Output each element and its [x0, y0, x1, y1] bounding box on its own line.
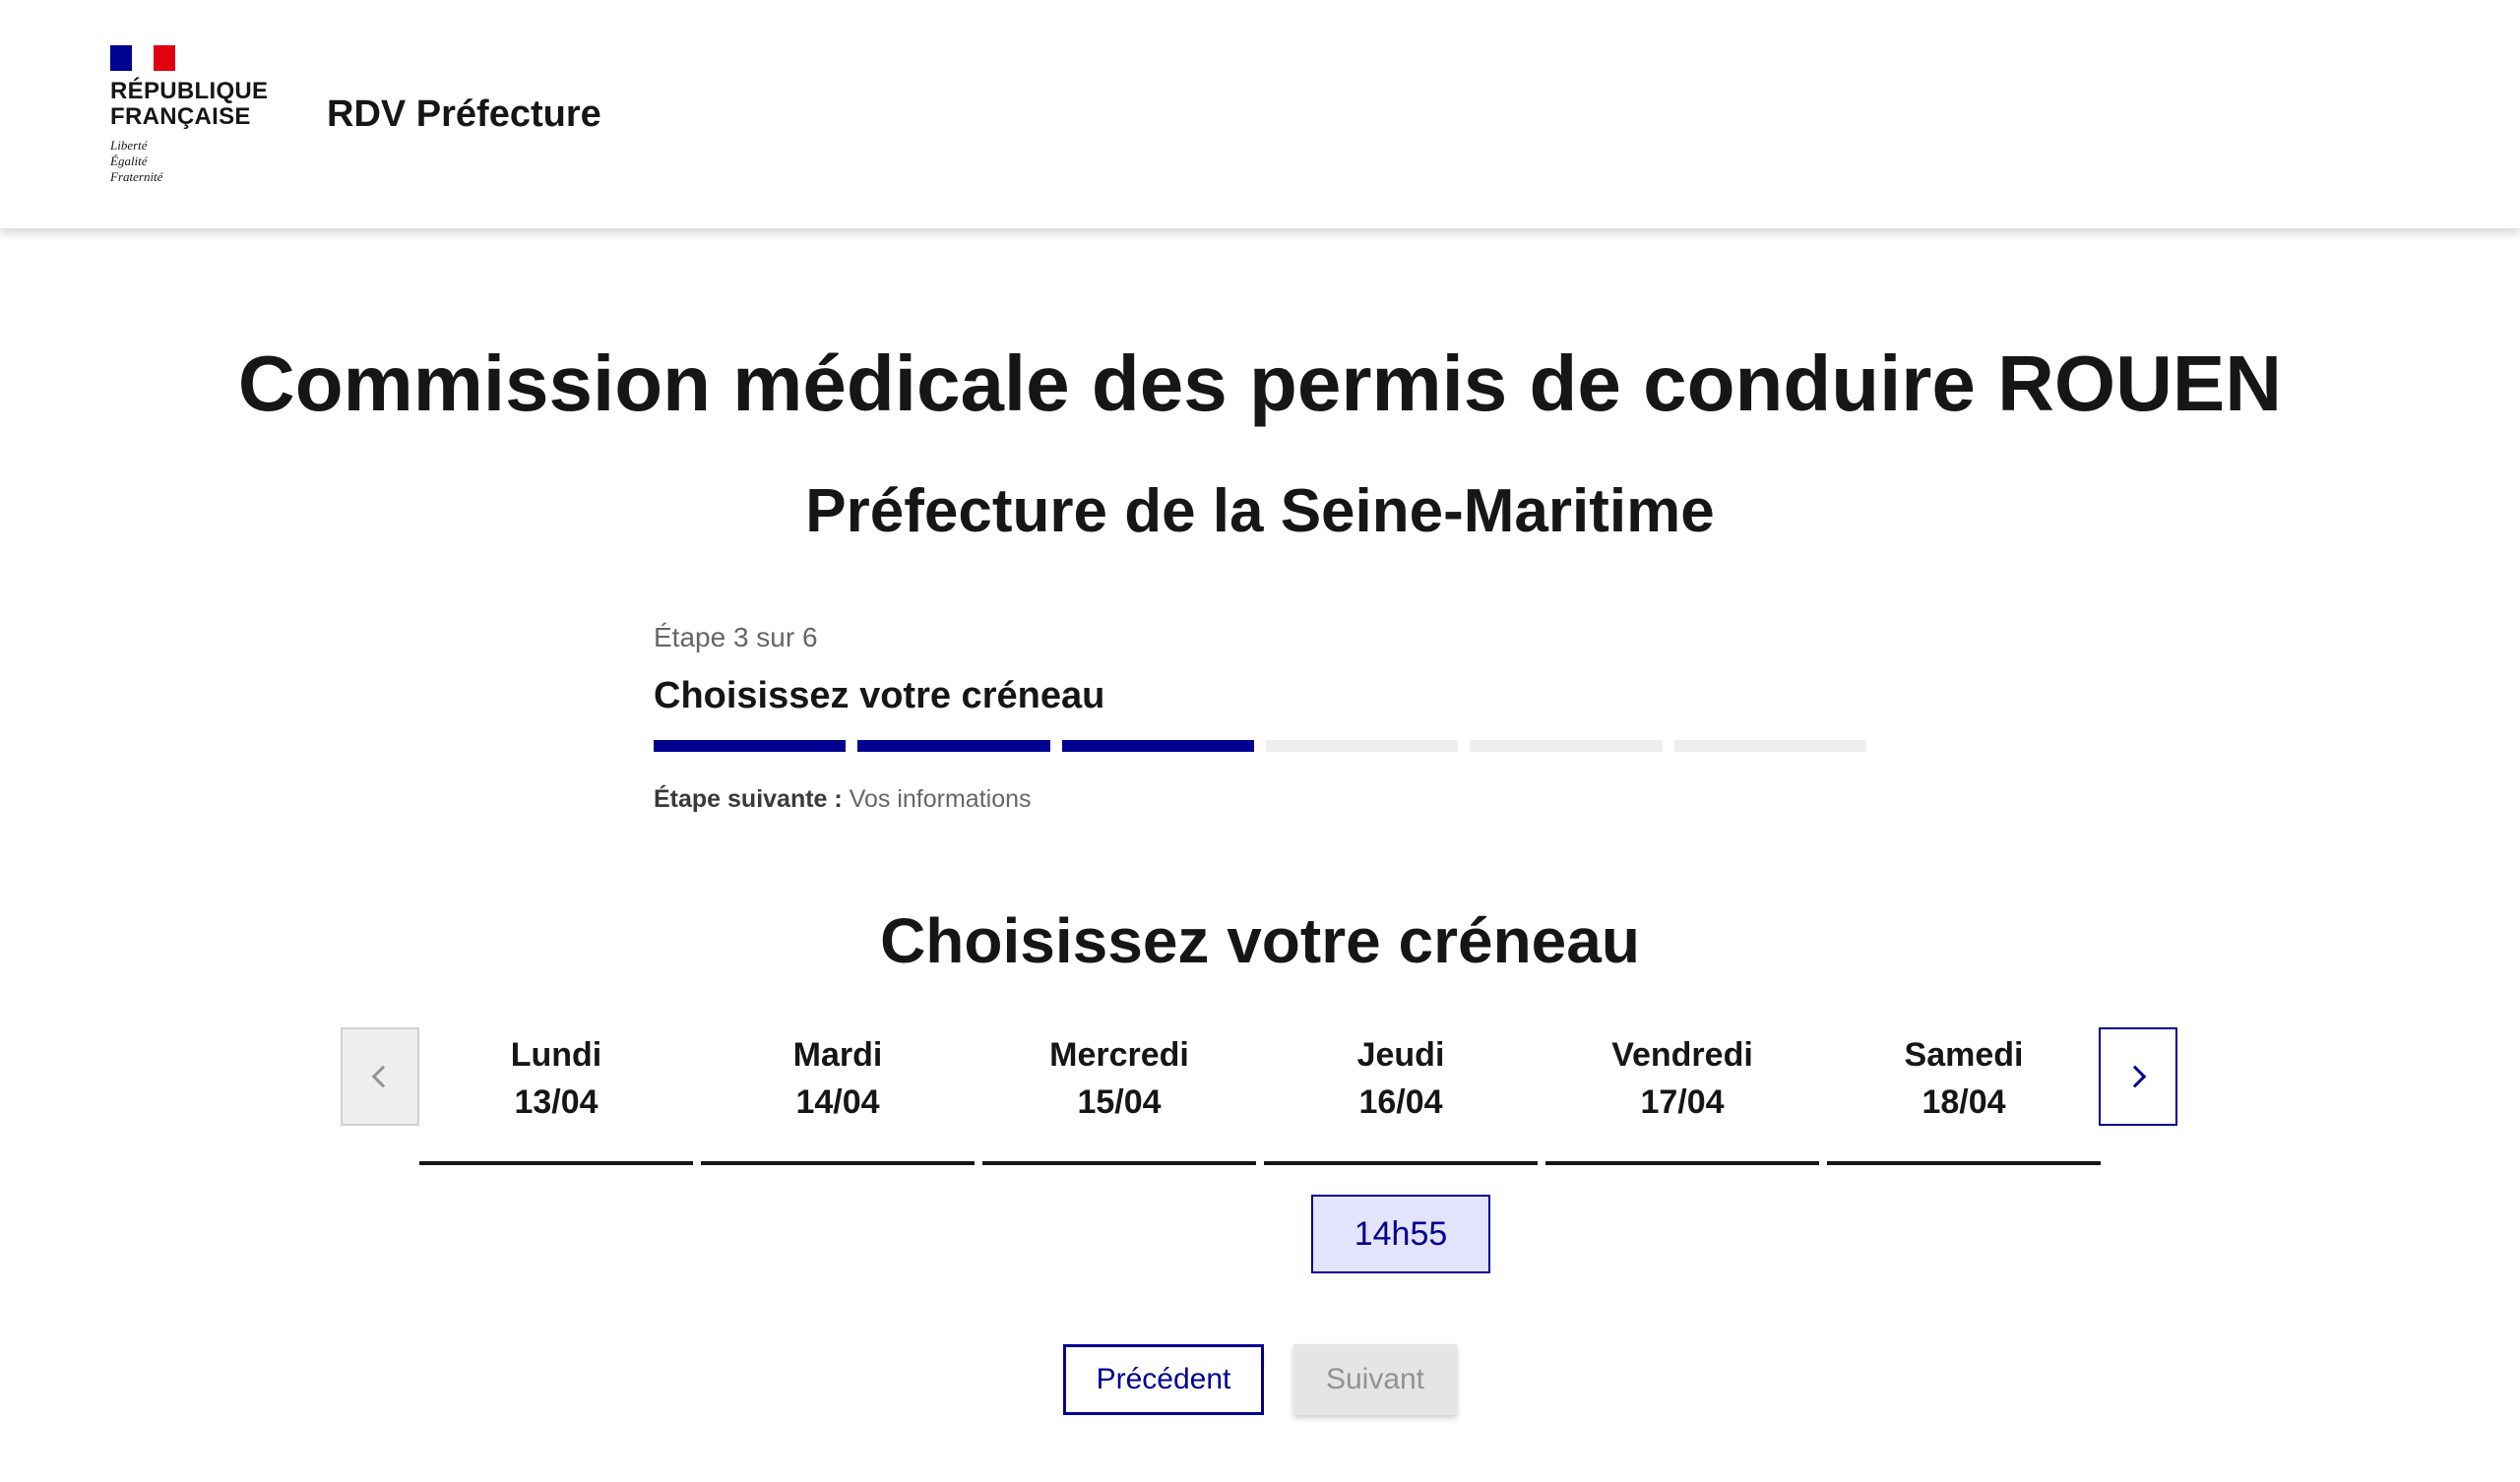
- site-header: RÉPUBLIQUE FRANÇAISE Liberté Égalité Fra…: [0, 0, 2520, 228]
- page-subtitle: Préfecture de la Seine-Maritime: [805, 477, 1715, 545]
- french-flag-icon: [110, 45, 175, 71]
- day-name: Lundi: [510, 1036, 602, 1074]
- republique-francaise-text: RÉPUBLIQUE FRANÇAISE: [110, 78, 269, 130]
- day-date: 16/04: [1358, 1083, 1443, 1121]
- day-date: 14/04: [795, 1083, 880, 1121]
- day-name: Vendredi: [1611, 1036, 1753, 1074]
- stepper-segment: [1061, 740, 1254, 752]
- day-column: Mercredi 15/04: [982, 1027, 1256, 1165]
- day-date: 15/04: [1077, 1083, 1162, 1121]
- previous-days-button[interactable]: [341, 1027, 419, 1126]
- previous-button[interactable]: Précédent: [1063, 1344, 1264, 1415]
- stepper-next-label: Étape suivante :: [654, 785, 843, 813]
- stepper-segment: [1470, 740, 1663, 752]
- next-button[interactable]: Suivant: [1293, 1344, 1457, 1415]
- day-name: Jeudi: [1356, 1036, 1445, 1074]
- day-date: 18/04: [1922, 1083, 2006, 1121]
- chevron-right-icon: [2123, 1065, 2147, 1088]
- day-name: Mardi: [792, 1036, 883, 1074]
- next-days-button[interactable]: [2099, 1027, 2177, 1126]
- day-date: 13/04: [514, 1083, 598, 1121]
- time-slot-button[interactable]: 14h55: [1311, 1195, 1490, 1273]
- chevron-left-icon: [371, 1065, 395, 1088]
- day-name: Samedi: [1904, 1036, 2024, 1074]
- day-date: 17/04: [1640, 1083, 1725, 1121]
- stepper-next-value: Vos informations: [849, 785, 1032, 813]
- stepper-segment: [857, 740, 1050, 752]
- day-column: Jeudi 16/04: [1264, 1027, 1538, 1165]
- day-column: Vendredi 17/04: [1545, 1027, 1819, 1165]
- page-title: Commission médicale des permis de condui…: [237, 340, 2283, 427]
- stepper-state: Étape 3 sur 6: [654, 622, 818, 652]
- republique-francaise-logo[interactable]: RÉPUBLIQUE FRANÇAISE Liberté Égalité Fra…: [110, 45, 278, 185]
- day-column: Samedi 18/04: [1827, 1027, 2101, 1165]
- stepper-progress-bar: [654, 740, 1866, 752]
- motto-text: Liberté Égalité Fraternité: [110, 138, 163, 184]
- stepper-segment: [654, 740, 847, 752]
- day-column: Mardi 14/04: [701, 1027, 975, 1165]
- stepper-segment: [1265, 740, 1459, 752]
- stepper-segment: [1673, 740, 1866, 752]
- stepper-title: Choisissez votre créneau: [654, 675, 1105, 716]
- days-carousel: Lundi 13/04 Mardi 14/04 Mercredi 15/04 J…: [419, 1027, 2101, 1165]
- stepper-next-step: Étape suivante : Vos informations: [654, 781, 1866, 817]
- day-name: Mercredi: [1049, 1036, 1189, 1074]
- section-title: Choisissez votre créneau: [880, 905, 1640, 976]
- service-title-link[interactable]: RDV Préfecture: [327, 91, 601, 138]
- day-column: Lundi 13/04: [419, 1027, 693, 1165]
- stepper: Étape 3 sur 6 Choisissez votre créneau É…: [654, 618, 1866, 817]
